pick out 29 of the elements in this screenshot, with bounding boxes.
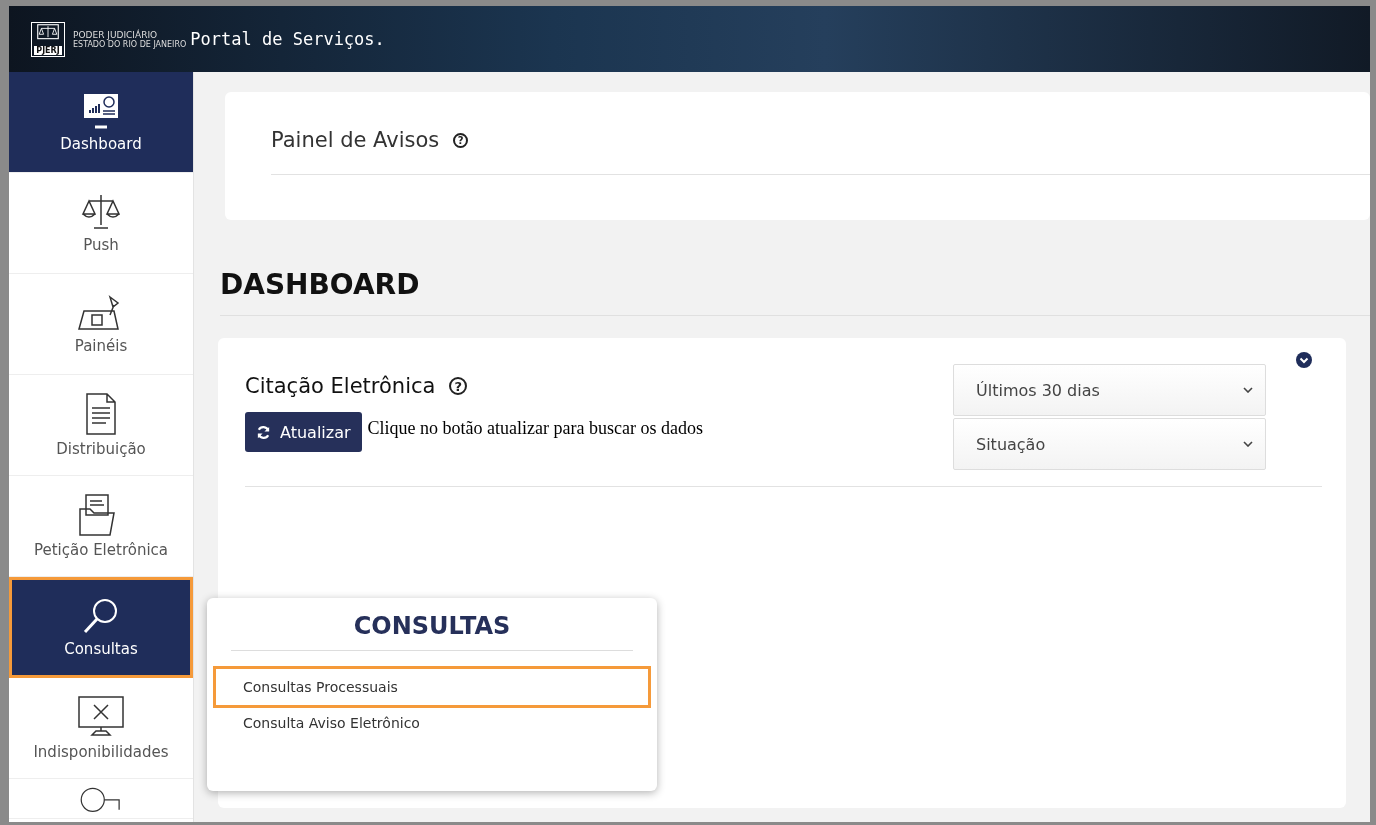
chevron-down-icon (1243, 441, 1253, 447)
portal-title: Portal de Serviços. (190, 29, 385, 49)
sidebar-item[interactable]: Consultas (9, 577, 193, 678)
help-icon[interactable]: ? (453, 132, 469, 148)
hint-text: Clique no botão atualizar para buscar os dados (367, 418, 703, 439)
logo-subline: ESTADO DO RIO DE JANEIRO (73, 39, 187, 49)
sidebar-item[interactable]: Dashboard (9, 72, 193, 173)
chevron-down-icon (1243, 387, 1253, 393)
filter-dropdown[interactable]: Últimos 30 dias (953, 364, 1266, 416)
sidebar-item[interactable]: Push (9, 173, 193, 274)
monitor-x-icon (76, 695, 126, 739)
scales-icon (81, 192, 121, 232)
chevron-down-circle-icon[interactable] (1296, 352, 1312, 368)
sidebar-item[interactable]: Distribuição (9, 375, 193, 476)
page-heading: DASHBOARD (220, 268, 1370, 316)
sidebar-item[interactable]: Painéis (9, 274, 193, 375)
menu-item[interactable]: Consultas Processuais (216, 669, 648, 705)
logo-line: PODER JUDICIÁRIO (73, 29, 158, 40)
menu-item[interactable]: Consulta Aviso Eletrônico (216, 705, 648, 741)
refresh-button[interactable]: Atualizar (245, 412, 362, 452)
card-title: Citação Eletrônica (245, 374, 436, 398)
help-icon[interactable]: ? (449, 377, 468, 395)
sidebar-item[interactable]: Indisponibilidades (9, 678, 193, 779)
monitor-chart-icon (81, 91, 121, 131)
panel-title: Painel de Avisos (271, 128, 440, 152)
logo-mark: PJERJ (34, 45, 62, 55)
popup-title: CONSULTAS (231, 612, 633, 651)
filter-dropdown[interactable]: Situação (953, 418, 1266, 470)
refresh-icon (256, 424, 271, 440)
